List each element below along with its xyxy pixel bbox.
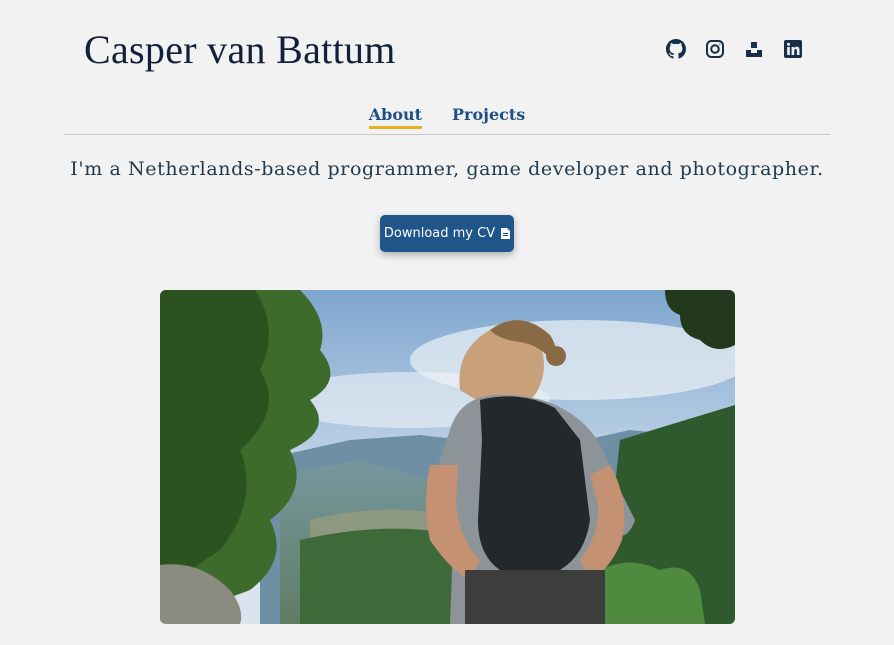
social-links [666,39,803,59]
file-icon [501,228,511,239]
instagram-icon[interactable] [705,39,725,59]
cv-button-label: Download my CV [383,226,496,241]
nav-item-about[interactable]: About [368,105,423,129]
site-title: Casper van Battum [84,27,396,72]
main-nav: About Projects [0,105,894,129]
github-icon[interactable] [666,39,686,59]
download-cv-button[interactable]: Download my CV [380,215,514,252]
nav-item-projects[interactable]: Projects [452,105,525,129]
nav-divider [64,134,830,135]
itch-icon[interactable] [744,39,764,59]
page: Casper van Battum About Projects I'm a N… [0,0,894,645]
tagline: I'm a Netherlands-based programmer, game… [70,158,824,180]
profile-photo [160,290,735,624]
linkedin-icon[interactable] [783,39,803,59]
